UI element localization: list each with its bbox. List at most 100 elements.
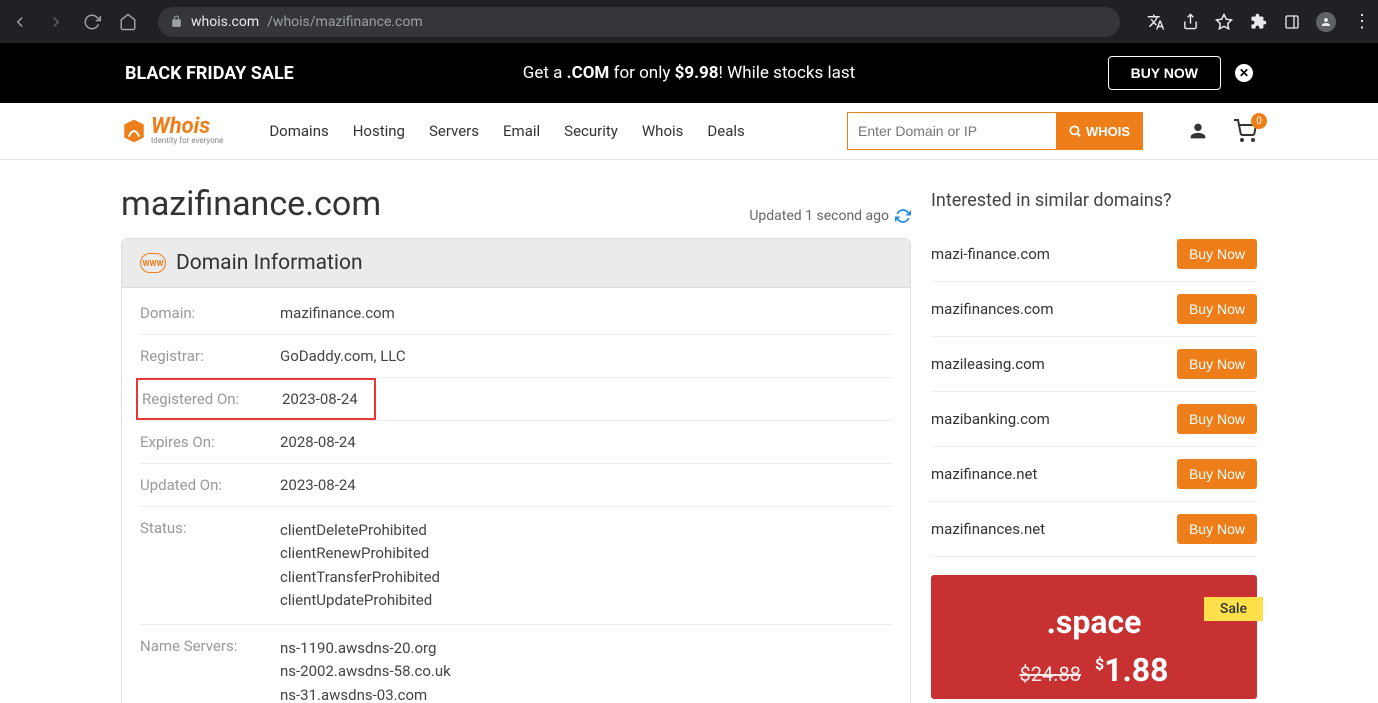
label-registered: Registered On: xyxy=(142,390,282,408)
cart-badge: 0 xyxy=(1251,113,1267,129)
banner-sale-text: BLACK FRIDAY SALE xyxy=(125,63,294,84)
similar-domain-row: mazifinances.net Buy Now xyxy=(931,502,1257,557)
url-host: whois.com xyxy=(191,14,259,30)
similar-domain-name: mazileasing.com xyxy=(931,355,1045,373)
row-status: Status: clientDeleteProhibited clientRen… xyxy=(140,507,892,625)
label-updated: Updated On: xyxy=(140,476,280,494)
nav-domains[interactable]: Domains xyxy=(269,122,328,140)
similar-domain-row: mazifinances.com Buy Now xyxy=(931,282,1257,337)
updated-timestamp: Updated 1 second ago xyxy=(749,208,911,224)
cart-icon[interactable]: 0 xyxy=(1233,119,1257,143)
row-expires: Expires On: 2028-08-24 xyxy=(140,421,892,464)
row-domain: Domain: mazifinance.com xyxy=(140,292,892,335)
search-icon xyxy=(1068,124,1082,138)
sale-tab: Sale xyxy=(1204,597,1263,621)
value-registrar: GoDaddy.com, LLC xyxy=(280,347,406,365)
similar-domain-row: mazibanking.com Buy Now xyxy=(931,392,1257,447)
address-bar[interactable]: whois.com/whois/mazifinance.com xyxy=(158,7,1120,37)
card-title: Domain Information xyxy=(176,251,363,275)
similar-domain-row: mazifinance.net Buy Now xyxy=(931,447,1257,502)
status-2: clientTransferProhibited xyxy=(280,566,440,589)
label-nameservers: Name Servers: xyxy=(140,637,280,655)
domain-info-card: WWW Domain Information Domain: mazifinan… xyxy=(121,238,911,703)
nav-hosting[interactable]: Hosting xyxy=(353,122,405,140)
main-nav: Domains Hosting Servers Email Security W… xyxy=(269,122,744,140)
promo-banner: BLACK FRIDAY SALE Get a .COM for only $9… xyxy=(0,43,1378,103)
status-3: clientUpdateProhibited xyxy=(280,589,440,612)
value-status: clientDeleteProhibited clientRenewProhib… xyxy=(280,519,440,612)
buy-now-button[interactable]: Buy Now xyxy=(1177,294,1257,324)
account-icon[interactable] xyxy=(1187,120,1209,142)
refresh-icon[interactable] xyxy=(895,208,911,224)
banner-text-price: $9.98 xyxy=(675,63,719,83)
translate-icon[interactable] xyxy=(1146,12,1166,32)
bookmark-icon[interactable] xyxy=(1214,12,1234,32)
nav-servers[interactable]: Servers xyxy=(429,122,479,140)
logo-icon xyxy=(121,118,147,144)
row-updated: Updated On: 2023-08-24 xyxy=(140,464,892,507)
sidepanel-icon[interactable] xyxy=(1282,12,1302,32)
promo-whole: 1 xyxy=(1104,651,1122,689)
site-header: Whois Identity for everyone Domains Host… xyxy=(0,103,1378,160)
reload-button[interactable] xyxy=(80,10,104,34)
row-nameservers: Name Servers: ns-1190.awsdns-20.org ns-2… xyxy=(140,625,892,703)
ns-1: ns-2002.awsdns-58.co.uk xyxy=(280,660,451,683)
back-button[interactable] xyxy=(8,10,32,34)
buy-now-button[interactable]: Buy Now xyxy=(1177,404,1257,434)
value-updated: 2023-08-24 xyxy=(280,476,356,494)
whois-search-button[interactable]: WHOIS xyxy=(1056,113,1142,149)
buy-now-button[interactable]: Buy Now xyxy=(1177,349,1257,379)
whois-search: WHOIS xyxy=(847,112,1143,150)
sidebar-title: Interested in similar domains? xyxy=(931,190,1257,211)
banner-close-button[interactable]: ✕ xyxy=(1235,64,1253,82)
ns-2: ns-31.awsdns-03.com xyxy=(280,684,451,703)
buy-now-button[interactable]: Buy Now xyxy=(1177,514,1257,544)
status-1: clientRenewProhibited xyxy=(280,542,440,565)
lock-icon xyxy=(170,15,183,28)
nav-security[interactable]: Security xyxy=(564,122,618,140)
promo-price: $24.88 $1.88 xyxy=(941,651,1247,689)
ns-0: ns-1190.awsdns-20.org xyxy=(280,637,451,660)
banner-center-text: Get a .COM for only $9.98! While stocks … xyxy=(523,63,855,83)
highlight-box: Registered On: 2023-08-24 xyxy=(136,378,376,420)
chrome-right-icons: ⋮ xyxy=(1146,12,1370,32)
profile-icon[interactable] xyxy=(1316,12,1336,32)
home-button[interactable] xyxy=(116,10,140,34)
browser-chrome: whois.com/whois/mazifinance.com ⋮ xyxy=(0,0,1378,43)
nav-email[interactable]: Email xyxy=(503,122,540,140)
buy-now-button[interactable]: Buy Now xyxy=(1177,459,1257,489)
promo-dec: .88 xyxy=(1123,651,1169,689)
menu-icon[interactable]: ⋮ xyxy=(1350,12,1370,32)
promo-dollar: $ xyxy=(1095,654,1104,673)
promo-card[interactable]: Sale .space $24.88 $1.88 xyxy=(931,575,1257,699)
value-domain: mazifinance.com xyxy=(280,304,395,322)
similar-domain-name: mazifinances.net xyxy=(931,520,1045,538)
label-expires: Expires On: xyxy=(140,433,280,451)
nav-whois[interactable]: Whois xyxy=(642,122,684,140)
search-input[interactable] xyxy=(848,113,1056,149)
label-domain: Domain: xyxy=(140,304,280,322)
status-0: clientDeleteProhibited xyxy=(280,519,440,542)
buy-now-button[interactable]: Buy Now xyxy=(1177,239,1257,269)
value-nameservers: ns-1190.awsdns-20.org ns-2002.awsdns-58.… xyxy=(280,637,451,703)
row-registrar: Registrar: GoDaddy.com, LLC xyxy=(140,335,892,378)
sidebar: Interested in similar domains? mazi-fina… xyxy=(931,176,1257,703)
logo[interactable]: Whois Identity for everyone xyxy=(121,117,223,146)
label-registrar: Registrar: xyxy=(140,347,280,365)
whois-search-label: WHOIS xyxy=(1086,124,1130,139)
forward-button[interactable] xyxy=(44,10,68,34)
share-icon[interactable] xyxy=(1180,12,1200,32)
similar-domain-name: mazi-finance.com xyxy=(931,245,1050,263)
banner-text-post: ! While stocks last xyxy=(719,63,856,83)
extensions-icon[interactable] xyxy=(1248,12,1268,32)
logo-text: Whois xyxy=(151,117,223,137)
updated-text: Updated 1 second ago xyxy=(749,208,889,224)
banner-text-mid: for only xyxy=(609,63,674,83)
nav-deals[interactable]: Deals xyxy=(707,122,744,140)
banner-buy-button[interactable]: BUY NOW xyxy=(1108,56,1221,90)
logo-subtitle: Identity for everyone xyxy=(151,136,223,145)
promo-tld: .space xyxy=(941,603,1247,641)
similar-domain-name: mazifinance.net xyxy=(931,465,1037,483)
promo-new-price: $1.88 xyxy=(1095,651,1169,689)
similar-domain-name: mazifinances.com xyxy=(931,300,1054,318)
